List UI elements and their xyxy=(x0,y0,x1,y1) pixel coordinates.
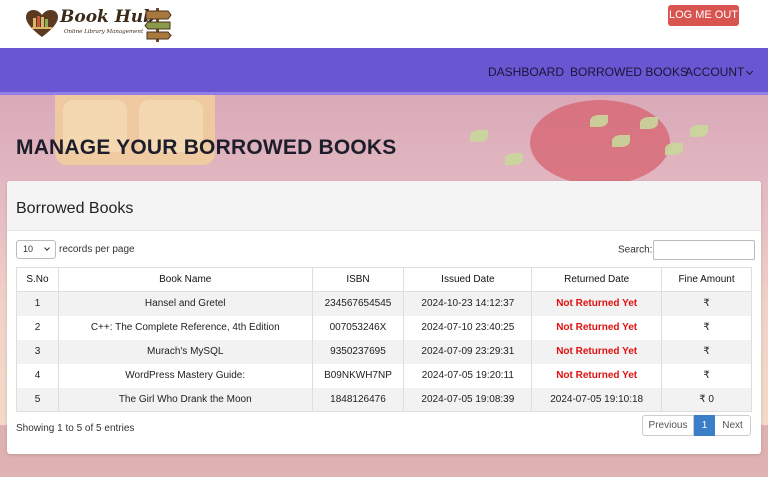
top-header: Book Hub Online Library Management LOG M… xyxy=(0,0,768,48)
pagination-page-1[interactable]: 1 xyxy=(694,415,715,436)
borrowed-books-table: S.No Book Name ISBN Issued Date Returned… xyxy=(16,267,752,412)
col-book-name[interactable]: Book Name xyxy=(57,267,313,292)
brand-logo[interactable]: Book Hub Online Library Management xyxy=(26,6,176,42)
cell-isbn: 007053246X xyxy=(311,315,405,340)
pagination: Previous 1 Next xyxy=(642,415,751,436)
brand-tagline: Online Library Management xyxy=(64,29,144,35)
col-isbn[interactable]: ISBN xyxy=(311,267,405,292)
cell-isbn: B09NKWH7NP xyxy=(311,363,405,388)
page-title: MANAGE YOUR BORROWED BOOKS xyxy=(16,136,397,159)
cell-issued-date: 2024-07-09 23:29:31 xyxy=(403,339,533,364)
cell-sno: 2 xyxy=(16,315,59,340)
logout-button[interactable]: LOG ME OUT xyxy=(668,5,739,26)
table-row: 3 Murach's MySQL 9350237695 2024-07-09 2… xyxy=(16,339,752,364)
cell-issued-date: 2024-10-23 14:12:37 xyxy=(403,291,533,316)
cell-sno: 5 xyxy=(16,387,59,412)
nav-account[interactable]: ACCOUNT xyxy=(685,65,754,79)
borrowed-books-card: Borrowed Books 10 records per page Search… xyxy=(7,181,761,454)
cell-sno: 1 xyxy=(16,291,59,316)
cell-returned-date: Not Returned Yet xyxy=(531,315,663,340)
chevron-down-icon xyxy=(746,67,754,76)
card-title: Borrowed Books xyxy=(16,200,134,217)
search-input[interactable] xyxy=(653,240,756,260)
search-box: Search: xyxy=(618,240,756,260)
table-info: Showing 1 to 5 of 5 entries xyxy=(16,423,135,434)
cell-fine-amount: ₹ xyxy=(661,363,752,388)
brand-name: Book Hub xyxy=(60,7,156,27)
pagination-previous[interactable]: Previous xyxy=(642,415,694,436)
cell-returned-date: 2024-07-05 19:10:18 xyxy=(531,387,663,412)
chevron-down-icon xyxy=(44,245,50,251)
search-label: Search: xyxy=(618,244,653,256)
table-row: 2 C++: The Complete Reference, 4th Editi… xyxy=(16,315,752,340)
col-fine-amount[interactable]: Fine Amount xyxy=(661,267,752,292)
records-per-page: 10 records per page xyxy=(16,240,135,259)
cell-fine-amount: ₹ xyxy=(661,339,752,364)
cell-returned-date: Not Returned Yet xyxy=(531,363,663,388)
cell-isbn: 9350237695 xyxy=(311,339,405,364)
pagination-next[interactable]: Next xyxy=(715,415,751,436)
main-nav: DASHBOARD BORROWED BOOKS ACCOUNT xyxy=(0,48,768,95)
table-row: 1 Hansel and Gretel 234567654545 2024-10… xyxy=(16,291,752,316)
cell-book-name: C++: The Complete Reference, 4th Edition xyxy=(57,315,313,340)
cell-fine-amount: ₹ 0 xyxy=(661,387,752,412)
cell-isbn: 234567654545 xyxy=(311,291,405,316)
records-per-page-select[interactable]: 10 xyxy=(16,240,56,259)
cell-book-name: The Girl Who Drank the Moon xyxy=(57,387,313,412)
cell-fine-amount: ₹ xyxy=(661,291,752,316)
records-per-page-label: records per page xyxy=(59,244,135,256)
cell-returned-date: Not Returned Yet xyxy=(531,291,663,316)
cell-book-name: Murach's MySQL xyxy=(57,339,313,364)
nav-dashboard[interactable]: DASHBOARD xyxy=(488,65,564,79)
cell-returned-date: Not Returned Yet xyxy=(531,339,663,364)
signpost-icon xyxy=(144,8,172,42)
cell-issued-date: 2024-07-05 19:08:39 xyxy=(403,387,533,412)
cell-issued-date: 2024-07-10 23:40:25 xyxy=(403,315,533,340)
records-per-page-value: 10 xyxy=(23,244,34,254)
cell-sno: 3 xyxy=(16,339,59,364)
col-sno[interactable]: S.No xyxy=(16,267,59,292)
col-returned-date[interactable]: Returned Date xyxy=(531,267,663,292)
heart-books-logo-icon xyxy=(26,10,58,37)
nav-account-label: ACCOUNT xyxy=(685,65,745,79)
table-header-row: S.No Book Name ISBN Issued Date Returned… xyxy=(16,267,752,292)
cell-isbn: 1848126476 xyxy=(311,387,405,412)
table-row: 5 The Girl Who Drank the Moon 1848126476… xyxy=(16,387,752,412)
col-issued-date[interactable]: Issued Date xyxy=(403,267,533,292)
decor-plant-pot xyxy=(530,100,670,185)
cell-book-name: WordPress Mastery Guide: xyxy=(57,363,313,388)
nav-borrowed-books[interactable]: BORROWED BOOKS xyxy=(570,65,688,79)
cell-fine-amount: ₹ xyxy=(661,315,752,340)
table-row: 4 WordPress Mastery Guide: B09NKWH7NP 20… xyxy=(16,363,752,388)
cell-sno: 4 xyxy=(16,363,59,388)
cell-book-name: Hansel and Gretel xyxy=(57,291,313,316)
cell-issued-date: 2024-07-05 19:20:11 xyxy=(403,363,533,388)
